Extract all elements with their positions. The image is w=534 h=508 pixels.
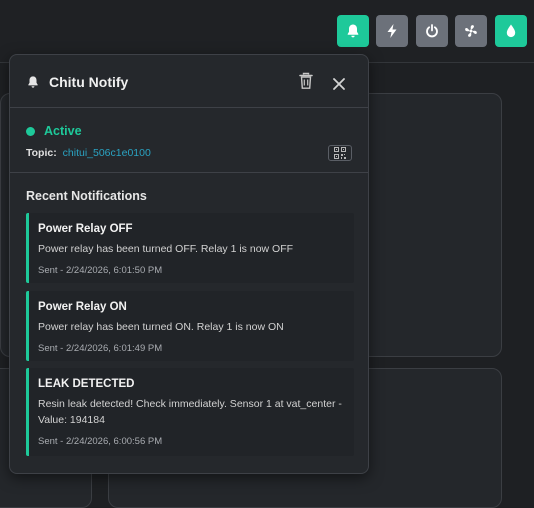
qr-code-icon: [334, 147, 346, 159]
status-text: Active: [44, 124, 82, 138]
status-section: Active Topic: chitui_506c1e0100: [10, 108, 368, 173]
bell-icon: [28, 76, 38, 88]
power-relay-button[interactable]: [376, 15, 408, 47]
recent-notifications-heading: Recent Notifications: [26, 189, 147, 203]
qr-code-button[interactable]: [328, 145, 352, 161]
notification-time: Sent - 2/24/2026, 6:00:56 PM: [38, 436, 163, 447]
bell-icon: [347, 24, 359, 38]
status-dot: [26, 126, 35, 136]
notification-message: Resin leak detected! Check immediately. …: [38, 398, 342, 426]
notification-title: Power Relay ON: [38, 301, 127, 313]
droplet-icon: [506, 24, 516, 38]
notification-title: Power Relay OFF: [38, 223, 133, 235]
bolt-icon: [387, 24, 397, 38]
topic-link[interactable]: chitui_506c1e0100: [63, 147, 151, 159]
notifications-button[interactable]: [337, 15, 369, 47]
fan-button[interactable]: [455, 15, 487, 47]
leak-sensor-button[interactable]: [495, 15, 527, 47]
notification-time: Sent - 2/24/2026, 6:01:49 PM: [38, 343, 163, 354]
power-button[interactable]: [416, 15, 448, 47]
notification-item: Power Relay ON Power relay has been turn…: [26, 291, 354, 361]
notification-message: Power relay has been turned ON. Relay 1 …: [38, 321, 284, 333]
notification-item: LEAK DETECTED Resin leak detected! Check…: [26, 368, 354, 456]
notification-title: LEAK DETECTED: [38, 378, 135, 390]
panel-title-wrap: Chitu Notify: [26, 74, 128, 90]
power-icon: [426, 24, 438, 38]
notify-panel: Chitu Notify Active Topic: chitui_506c1e…: [9, 54, 369, 474]
notification-message: Power relay has been turned OFF. Relay 1…: [38, 243, 294, 255]
panel-header: Chitu Notify: [10, 55, 368, 108]
notification-time: Sent - 2/24/2026, 6:01:50 PM: [38, 265, 163, 276]
topic-label: Topic:: [26, 147, 57, 159]
topic-row: Topic: chitui_506c1e0100: [26, 147, 151, 159]
fan-icon: [465, 25, 477, 37]
panel-title: Chitu Notify: [49, 74, 129, 90]
status-row: Active: [26, 124, 82, 138]
notification-item: Power Relay OFF Power relay has been tur…: [26, 213, 354, 283]
trash-icon[interactable]: [298, 72, 314, 90]
close-icon[interactable]: [332, 77, 346, 91]
